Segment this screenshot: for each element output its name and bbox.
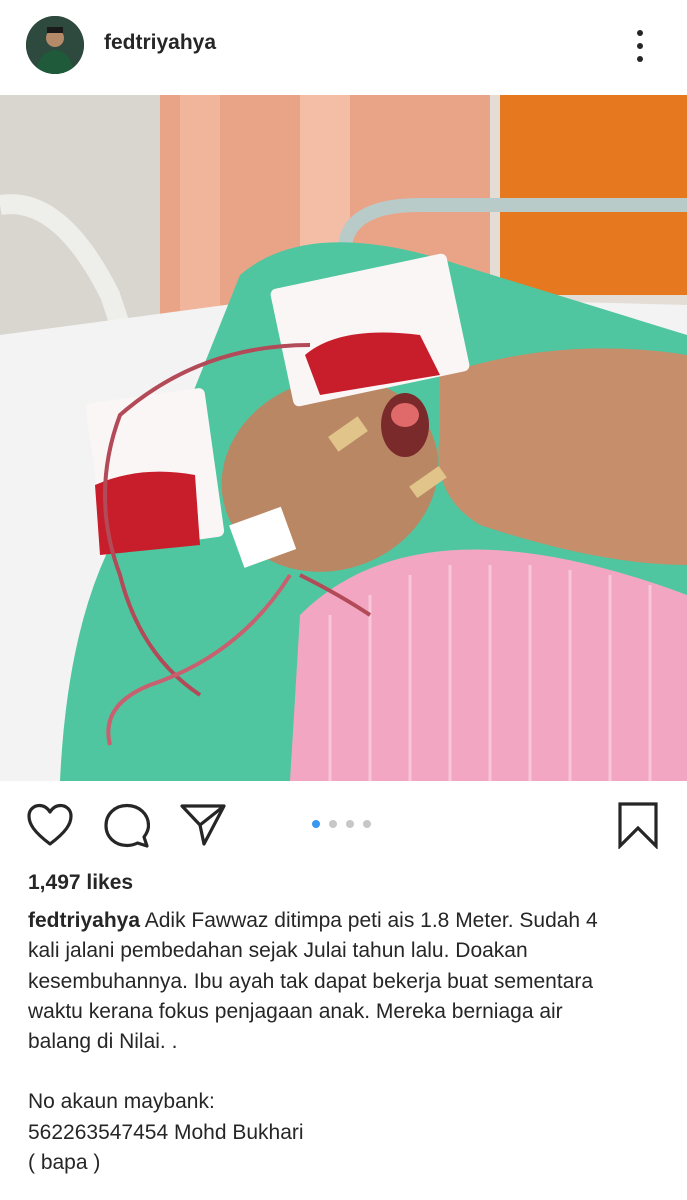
caption-bank-line: No akaun maybank: xyxy=(28,1090,215,1114)
caption-line: kali jalani pembedahan sejak Julai tahun… xyxy=(28,939,528,963)
post-username[interactable]: fedtriyahya xyxy=(104,31,216,55)
bookmark-icon[interactable] xyxy=(617,801,659,849)
carousel-dot-active xyxy=(312,820,320,828)
post-header: fedtriyahya xyxy=(0,0,687,95)
post-photo-illustration xyxy=(0,95,687,781)
comment-bubble-icon[interactable] xyxy=(104,803,150,849)
send-paper-plane-icon[interactable] xyxy=(180,803,226,847)
more-options-icon[interactable] xyxy=(622,26,658,66)
caption-line: waktu kerana fokus penjagaan anak. Merek… xyxy=(28,999,563,1023)
caption-username[interactable]: fedtriyahya xyxy=(28,909,140,932)
heart-icon[interactable] xyxy=(26,803,74,847)
caption-bank-line: ( bapa ) xyxy=(28,1151,101,1175)
caption-line: balang di Nilai. . xyxy=(28,1030,178,1054)
carousel-dot xyxy=(346,820,354,828)
likes-count[interactable]: 1,497 likes xyxy=(28,871,133,895)
carousel-dot xyxy=(363,820,371,828)
caption-line: kesembuhannya. Ibu ayah tak dapat bekerj… xyxy=(28,969,594,993)
carousel-dot xyxy=(329,820,337,828)
post-image[interactable] xyxy=(0,95,687,781)
carousel-indicator xyxy=(312,820,371,828)
post-caption: fedtriyahya Adik Fawwaz ditimpa peti ais… xyxy=(28,906,668,1178)
post-action-bar xyxy=(0,781,687,869)
caption-text: Adik Fawwaz ditimpa peti ais 1.8 Meter. … xyxy=(140,909,598,932)
profile-avatar[interactable] xyxy=(26,16,84,74)
avatar-portrait xyxy=(26,16,84,74)
caption-line: fedtriyahya Adik Fawwaz ditimpa peti ais… xyxy=(28,906,668,936)
caption-bank-line: 562263547454 Mohd Bukhari xyxy=(28,1120,304,1144)
